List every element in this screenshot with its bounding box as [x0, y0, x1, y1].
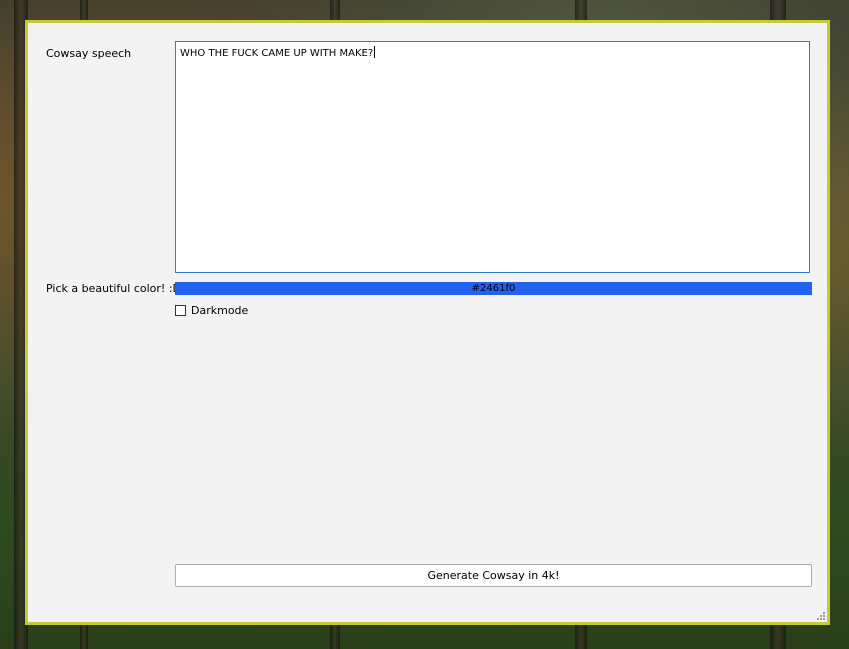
cowsay-speech-label: Cowsay speech — [46, 47, 132, 60]
cowsay-window: Cowsay speech WHO THE FUCK CAME UP WITH … — [25, 20, 830, 625]
generate-button-label: Generate Cowsay in 4k! — [427, 569, 560, 582]
darkmode-label: Darkmode — [191, 303, 249, 317]
color-picker-button[interactable]: #2461f0 — [175, 282, 812, 295]
text-cursor — [374, 46, 376, 58]
generate-cowsay-button[interactable]: Generate Cowsay in 4k! — [175, 564, 812, 587]
darkmode-checkbox[interactable] — [175, 304, 186, 316]
cowsay-speech-text: WHO THE FUCK CAME UP WITH MAKE? — [180, 48, 374, 59]
color-value-text: #2461f0 — [471, 283, 516, 294]
darkmode-option[interactable]: Darkmode — [175, 302, 248, 318]
cowsay-speech-textbox[interactable]: WHO THE FUCK CAME UP WITH MAKE? — [175, 41, 810, 273]
color-picker-label: Pick a beautiful color! :D — [46, 282, 181, 295]
size-grip-icon[interactable] — [817, 612, 825, 620]
